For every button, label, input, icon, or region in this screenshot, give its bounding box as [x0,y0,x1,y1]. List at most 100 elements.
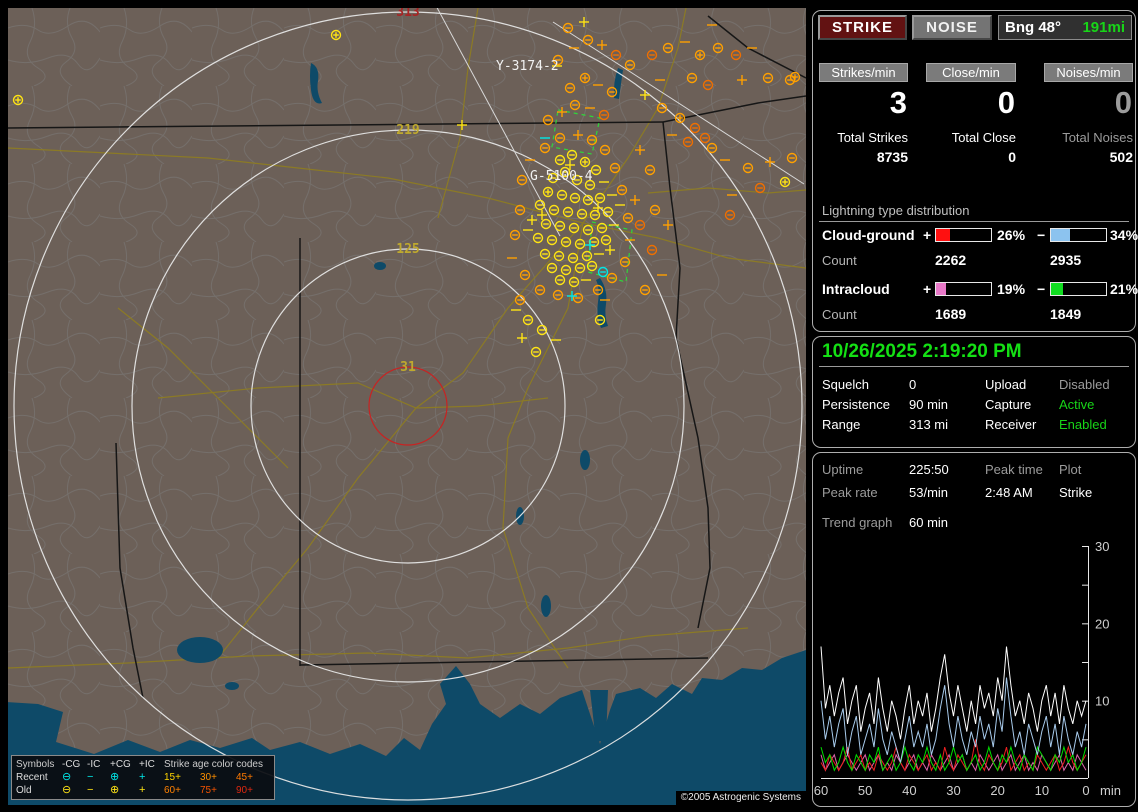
nexstorm-window: 313 219 125 31 Y-3174-2 G-5100-4 Symbols -CG… [0,0,1138,812]
bearing-distance-readout: Bng 48° 191mi [998,15,1132,40]
ic-neg-pct: 21% [1110,281,1138,297]
capture-label: Capture [985,397,1032,412]
legend-symbols-header: Symbols [16,759,55,770]
ic-neg-count: 1849 [1050,306,1082,322]
storm-cell-label: G-5100-4 [530,169,593,184]
x-tick-label: 50 [858,783,872,798]
squelch-label: Squelch [822,377,869,392]
age-code-label: 30+ [200,772,217,783]
ic-neg-symbol-icon: − [87,784,94,796]
datetime-display: 10/26/2025 2:19:20 PM [822,341,1022,362]
total-close-label: Total Close [951,130,1016,145]
peak-time-value: 2:48 AM [985,485,1033,500]
total-noises-label: Total Noises [1062,130,1133,145]
ic-pos-symbol-icon: + [139,771,146,783]
x-axis-unit: min [1100,783,1121,798]
trend-graph: 10 20 30 60 50 40 30 20 10 0 min [814,539,1121,798]
cg-pos-count: 2262 [935,252,967,268]
age-code-label: 45+ [236,772,253,783]
ring-label-31: 31 [400,360,416,375]
strike-stats-panel: STRIKE NOISE Bng 48° 191mi Strikes/min C… [812,10,1138,332]
ic-neg-bar [1050,282,1107,296]
count-label: Count [822,253,857,268]
strikes-per-min-label[interactable]: Strikes/min [819,63,908,82]
x-tick-label: 30 [946,783,960,798]
close-per-min-label[interactable]: Close/min [926,63,1016,82]
uptime-label: Uptime [822,462,864,477]
ic-pos-count: 1689 [935,306,967,322]
total-strikes-label: Total Strikes [837,130,908,145]
trend-series-cg-neg [820,677,1087,763]
trend-series-ic-pos [820,753,1087,772]
receiver-label: Receiver [985,417,1037,432]
ring-label-313: 313 [396,8,419,20]
map-canvas[interactable]: 313 219 125 31 Y-3174-2 G-5100-4 [8,8,806,805]
range-label: Range [822,417,861,432]
age-code-label: 15+ [164,772,181,783]
plus-sign: + [923,227,932,243]
cg-neg-symbol-icon: ⊖ [62,784,72,796]
close-per-min-value: 0 [997,85,1016,120]
legend-age-header: Strike age color codes [164,759,263,770]
age-code-label: 60+ [164,785,181,796]
minus-sign: − [1037,281,1046,297]
y-tick-label: 10 [1095,694,1109,709]
range-value: 313 mi [909,417,949,432]
legend-type-+cg: +CG [110,759,131,770]
trend-graph-label: Trend graph [822,515,893,530]
age-code-label: 75+ [200,785,217,796]
count-label: Count [822,307,857,322]
strike-tab-button[interactable]: STRIKE [818,15,907,40]
x-tick-label: 60 [814,783,828,798]
legend-age-row-label: Recent [16,772,48,783]
intracloud-label: Intracloud [822,281,890,297]
trend-series-total [820,646,1087,740]
legend-type-+ic: +IC [139,759,155,770]
receiver-state: Enabled [1059,417,1107,432]
upload-label: Upload [985,377,1027,392]
total-close-value: 0 [1008,149,1016,165]
strikes-per-min-value: 3 [889,85,908,120]
status-panel: 10/26/2025 2:19:20 PM Squelch 0 Upload D… [812,336,1136,448]
x-tick-label: 10 [1035,783,1049,798]
y-tick-label: 30 [1095,539,1109,554]
peak-rate-label: Peak rate [822,485,878,500]
bearing-value: Bng 48° [1005,19,1062,36]
noise-tab-button[interactable]: NOISE [912,15,992,40]
ic-pos-symbol-icon: + [139,784,146,796]
trend-axes [821,546,1089,779]
persistence-value: 90 min [909,397,949,412]
legend-type--ic: -IC [87,759,101,770]
trend-series-cg-pos [820,739,1087,772]
ic-pos-pct: 19% [997,281,1026,297]
ring-label-125: 125 [396,242,419,257]
squelch-value: 0 [909,377,917,392]
noises-per-min-value: 0 [1114,85,1133,120]
legend-type--cg: -CG [62,759,81,770]
upload-state: Disabled [1059,377,1110,392]
map-legend: Symbols -CG -IC +CG +IC Strike age color… [11,755,275,800]
cg-pos-symbol-icon: ⊕ [110,784,120,796]
peak-rate-value: 53/min [909,485,949,500]
uptime-value: 225:50 [909,462,949,477]
noises-per-min-label[interactable]: Noises/min [1044,63,1133,82]
y-tick-label: 20 [1095,616,1109,631]
cg-neg-pct: 34% [1110,227,1138,243]
lightning-map[interactable]: 313 219 125 31 Y-3174-2 G-5100-4 Symbols -CG… [8,8,806,805]
cg-pos-pct: 26% [997,227,1026,243]
copyright-label: ©2005 Astrogenic Systems [675,791,806,805]
x-tick-label: 0 [1082,783,1089,798]
storm-cell-label: Y-3174-2 [496,59,559,74]
total-noises-value: 502 [1109,149,1133,165]
divider [819,366,1129,367]
ic-neg-symbol-icon: − [87,771,94,783]
ring-label-219: 219 [396,123,419,138]
cg-neg-bar [1050,228,1107,242]
trend-series-ic-neg [820,745,1087,772]
ic-pos-bar [935,282,992,296]
cloud-ground-label: Cloud-ground [822,227,915,243]
plus-sign: + [923,281,932,297]
cg-neg-symbol-icon: ⊖ [62,771,72,783]
cg-neg-count: 2935 [1050,252,1082,268]
persistence-label: Persistence [822,397,890,412]
